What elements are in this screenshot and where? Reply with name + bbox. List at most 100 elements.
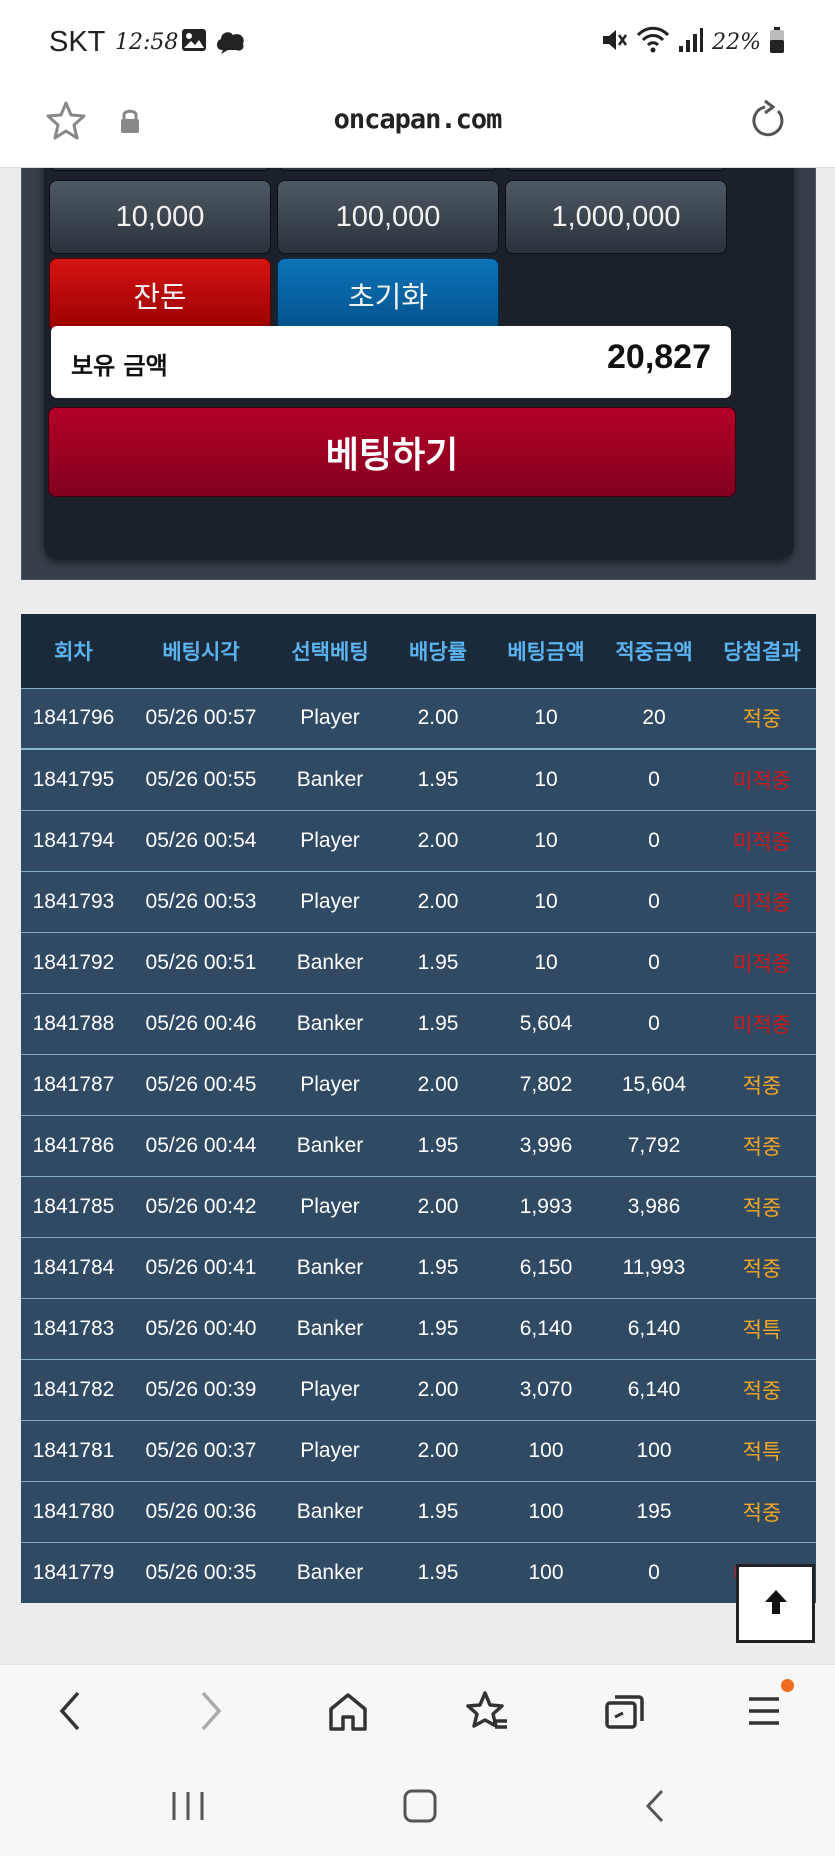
cell-bet-amount: 10 <box>492 687 600 749</box>
wifi-icon <box>636 26 670 58</box>
cell-round: 1841784 <box>21 1236 126 1298</box>
cell-odds: 1.95 <box>384 1114 492 1176</box>
cell-bet-amount: 10 <box>492 870 600 932</box>
home-icon[interactable] <box>327 1687 369 1739</box>
cell-win-amount: 11,993 <box>600 1236 708 1298</box>
cell-bet-time: 05/26 00:39 <box>126 1358 276 1420</box>
cell-round: 1841788 <box>21 992 126 1054</box>
clock: 12:58 <box>115 30 179 55</box>
table-row: 1841780 05/26 00:36 Banker 1.95 100 195 적중 <box>21 1480 816 1542</box>
system-back-icon[interactable] <box>640 1788 670 1828</box>
scroll-to-top-button[interactable] <box>736 1564 815 1643</box>
home-button-icon[interactable] <box>402 1788 438 1828</box>
amount-button-10000[interactable]: 10,000 <box>49 180 271 254</box>
cell-bet-amount: 100 <box>492 1480 600 1542</box>
cell-odds: 2.00 <box>384 687 492 749</box>
cell-selection: Banker <box>276 1114 384 1176</box>
gallery-icon <box>180 26 208 58</box>
reload-icon[interactable] <box>745 99 789 147</box>
cloud-chat-icon <box>214 26 248 60</box>
cell-odds: 1.95 <box>384 1236 492 1298</box>
cell-bet-amount: 6,140 <box>492 1297 600 1359</box>
bet-panel-frame: 10,000 100,000 1,000,000 잔돈 초기화 보유 금액 20… <box>21 168 816 580</box>
cell-odds: 1.95 <box>384 1480 492 1542</box>
cell-bet-time: 05/26 00:55 <box>126 748 276 810</box>
cell-round: 1841793 <box>21 870 126 932</box>
cell-selection: Player <box>276 1053 384 1115</box>
bookmarks-icon[interactable] <box>465 1687 509 1739</box>
cell-bet-time: 05/26 00:37 <box>126 1419 276 1481</box>
menu-notification-badge <box>781 1679 794 1692</box>
cell-win-amount: 0 <box>600 870 708 932</box>
cell-bet-time: 05/26 00:36 <box>126 1480 276 1542</box>
cell-win-amount: 6,140 <box>600 1358 708 1420</box>
table-row: 1841796 05/26 00:57 Player 2.00 10 20 적중 <box>21 687 816 749</box>
browser-address-bar: oncapan.com <box>0 84 835 168</box>
table-row: 1841785 05/26 00:42 Player 2.00 1,993 3,986 적중 <box>21 1175 816 1237</box>
amount-button-partial-1[interactable] <box>49 168 271 171</box>
cell-selection: Player <box>276 809 384 871</box>
reset-button[interactable]: 초기화 <box>277 258 499 332</box>
battery-icon <box>769 26 785 58</box>
column-header-bet-time: 베팅시각 <box>126 614 276 688</box>
change-button[interactable]: 잔돈 <box>49 258 271 332</box>
cell-selection: Banker <box>276 1236 384 1298</box>
cell-odds: 1.95 <box>384 748 492 810</box>
amount-button-100000[interactable]: 100,000 <box>277 180 499 254</box>
column-header-round: 회차 <box>21 614 126 688</box>
cell-bet-time: 05/26 00:51 <box>126 931 276 993</box>
bet-history-table: 회차 베팅시각 선택베팅 배당률 베팅금액 적중금액 당첨결과 1841796 0… <box>21 614 816 1603</box>
cell-win-amount: 195 <box>600 1480 708 1542</box>
amount-button-1000000[interactable]: 1,000,000 <box>505 180 727 254</box>
cell-bet-time: 05/26 00:46 <box>126 992 276 1054</box>
table-row: 1841788 05/26 00:46 Banker 1.95 5,604 0 미적중 <box>21 992 816 1054</box>
amount-button-partial-2[interactable] <box>277 168 499 171</box>
cell-round: 1841783 <box>21 1297 126 1359</box>
forward-icon[interactable] <box>193 1687 229 1739</box>
cell-bet-amount: 10 <box>492 931 600 993</box>
arrow-up-icon <box>760 1586 792 1622</box>
place-bet-button[interactable]: 베팅하기 <box>48 407 736 497</box>
cell-result: 적중 <box>708 1480 816 1542</box>
cell-bet-amount: 100 <box>492 1419 600 1481</box>
cell-round: 1841787 <box>21 1053 126 1115</box>
cell-bet-time: 05/26 00:44 <box>126 1114 276 1176</box>
url-field[interactable]: oncapan.com <box>0 104 835 135</box>
cell-win-amount: 20 <box>600 687 708 749</box>
cell-selection: Banker <box>276 748 384 810</box>
cell-result: 미적중 <box>708 992 816 1054</box>
table-header-row: 회차 베팅시각 선택베팅 배당률 베팅금액 적중금액 당첨결과 <box>21 614 816 688</box>
table-row: 1841793 05/26 00:53 Player 2.00 10 0 미적중 <box>21 870 816 932</box>
cell-bet-amount: 7,802 <box>492 1053 600 1115</box>
cell-bet-amount: 1,993 <box>492 1175 600 1237</box>
tabs-icon[interactable] <box>603 1687 647 1739</box>
cell-odds: 1.95 <box>384 992 492 1054</box>
cell-result: 적중 <box>708 1358 816 1420</box>
column-header-bet-amount: 베팅금액 <box>492 614 600 688</box>
menu-icon[interactable] <box>746 1687 782 1739</box>
cell-bet-time: 05/26 00:42 <box>126 1175 276 1237</box>
table-row: 1841783 05/26 00:40 Banker 1.95 6,140 6,140 적특 <box>21 1297 816 1359</box>
cell-odds: 2.00 <box>384 809 492 871</box>
balance-value: 20,827 <box>607 338 711 376</box>
column-header-result: 당첨결과 <box>708 614 816 688</box>
cell-bet-amount: 6,150 <box>492 1236 600 1298</box>
cell-result: 적중 <box>708 1114 816 1176</box>
table-row: 1841795 05/26 00:55 Banker 1.95 10 0 미적중 <box>21 748 816 810</box>
carrier-label: SKT <box>49 26 106 58</box>
cell-bet-time: 05/26 00:45 <box>126 1053 276 1115</box>
table-row: 1841786 05/26 00:44 Banker 1.95 3,996 7,792 적중 <box>21 1114 816 1176</box>
cell-win-amount: 0 <box>600 992 708 1054</box>
cell-result: 적중 <box>708 1053 816 1115</box>
recent-apps-icon[interactable] <box>168 1788 208 1828</box>
cell-odds: 1.95 <box>384 931 492 993</box>
status-bar: SKT 12:58 22% <box>0 0 835 84</box>
cell-odds: 2.00 <box>384 1175 492 1237</box>
cell-bet-time: 05/26 00:41 <box>126 1236 276 1298</box>
amount-button-partial-3[interactable] <box>505 168 727 171</box>
column-header-selection: 선택베팅 <box>276 614 384 688</box>
cell-round: 1841780 <box>21 1480 126 1542</box>
back-icon[interactable] <box>52 1687 88 1739</box>
cell-round: 1841779 <box>21 1541 126 1603</box>
cell-win-amount: 3,986 <box>600 1175 708 1237</box>
